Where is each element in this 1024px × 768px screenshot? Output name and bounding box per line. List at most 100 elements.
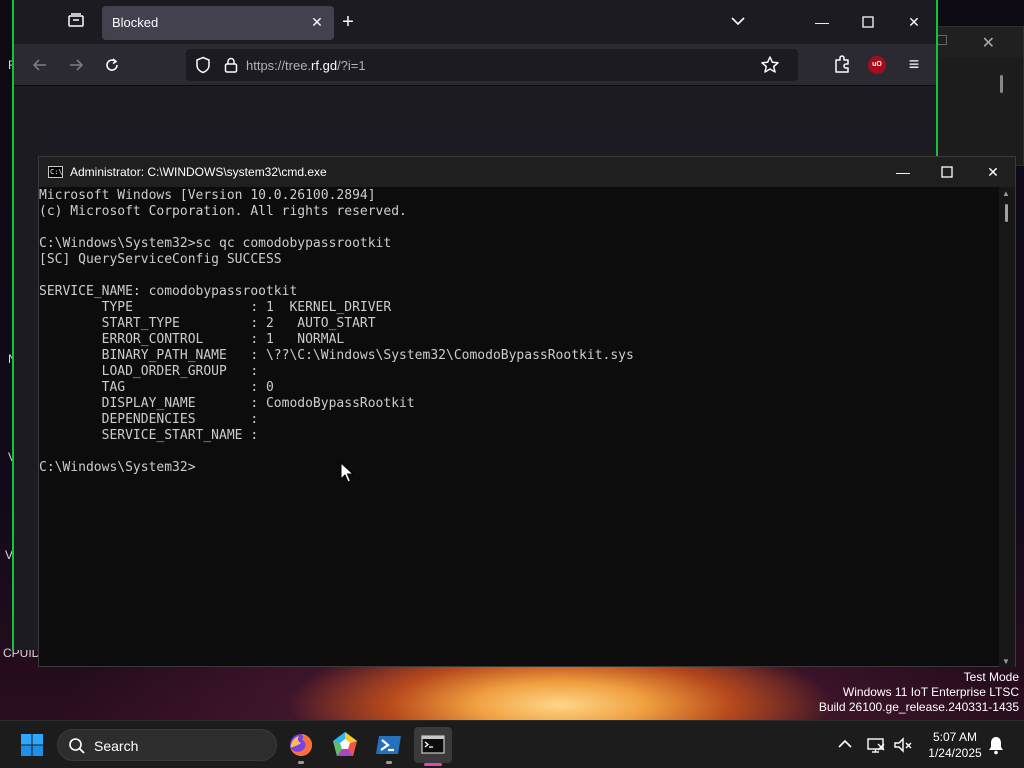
volume-muted-icon[interactable] — [893, 735, 913, 755]
taskbar-app-pentagon[interactable] — [329, 729, 361, 761]
tab-list-button[interactable] — [64, 12, 88, 32]
console-output[interactable]: Microsoft Windows [Version 10.0.26100.28… — [39, 187, 1001, 667]
app-pentagon-icon — [333, 732, 357, 756]
scrollbar-thumb[interactable] — [1000, 75, 1003, 93]
scroll-up-icon[interactable]: ▲ — [1002, 189, 1010, 198]
arrow-right-icon — [70, 59, 84, 71]
console-line: DEPENDENCIES : — [39, 412, 259, 427]
background-window[interactable]: ✕ — [930, 26, 1024, 166]
list-all-tabs-button[interactable] — [728, 12, 748, 32]
scroll-down-icon[interactable]: ▼ — [1002, 657, 1010, 666]
powershell-icon — [376, 736, 401, 754]
console-line: SERVICE_NAME: comodobypassrootkit — [39, 284, 298, 299]
minimize-button[interactable]: — — [889, 160, 917, 184]
console-line: SERVICE_START_NAME : — [39, 428, 259, 443]
console-line: TAG : 0 — [39, 380, 274, 395]
console-line: [SC] QueryServiceConfig SUCCESS — [39, 252, 282, 267]
tab-blocked[interactable]: Blocked ✕ — [102, 6, 334, 40]
url-text[interactable]: https://tree.rf.gd/?i=1 — [246, 58, 366, 73]
tab-close-button[interactable]: ✕ — [308, 13, 326, 31]
mouse-cursor-icon — [340, 462, 354, 483]
search-icon — [69, 738, 85, 754]
close-icon[interactable]: ✕ — [982, 33, 995, 53]
active-indicator — [424, 763, 442, 766]
reload-button[interactable] — [100, 53, 124, 77]
url-prefix: https://tree. — [246, 58, 312, 73]
scrollbar[interactable]: ▲ ▼ — [999, 187, 1015, 667]
scrollbar-thumb[interactable] — [1005, 204, 1008, 222]
watermark-line: Build 26100.ge_release.240331-1435 — [818, 700, 1019, 714]
back-button[interactable] — [28, 53, 52, 77]
lock-icon[interactable] — [222, 56, 240, 74]
maximize-button[interactable] — [933, 160, 961, 184]
plus-icon: + — [342, 11, 354, 33]
url-suffix: /?i=1 — [337, 58, 366, 73]
console-line: ERROR_CONTROL : 1 NORMAL — [39, 332, 345, 347]
minimize-button[interactable]: — — [810, 10, 834, 34]
test-mode-watermark: Test Mode Windows 11 IoT Enterprise LTSC… — [819, 670, 1019, 715]
shield-icon[interactable] — [194, 56, 212, 74]
background-window-titlebar[interactable]: ✕ — [931, 27, 1023, 57]
url-bar[interactable]: https://tree.rf.gd/?i=1 — [186, 49, 798, 81]
taskbar: Search 5:07 AM 1/24/2025 — [0, 720, 1024, 768]
minimize-icon: — — [896, 164, 910, 180]
close-icon: ✕ — [908, 14, 920, 30]
forward-button[interactable] — [64, 53, 88, 77]
console-line: BINARY_PATH_NAME : \??\C:\Windows\System… — [39, 348, 634, 363]
console-line: DISPLAY_NAME : ComodoBypassRootkit — [39, 396, 415, 411]
cmd-window: C:\ Administrator: C:\WINDOWS\system32\c… — [38, 156, 1016, 667]
network-icon[interactable] — [866, 735, 886, 755]
maximize-icon[interactable] — [937, 35, 947, 45]
navigation-toolbar: https://tree.rf.gd/?i=1 uO ≡ — [14, 44, 936, 86]
console-line: START_TYPE : 2 AUTO_START — [39, 316, 376, 331]
console-line: C:\Windows\System32>sc qc comodobypassro… — [39, 236, 392, 251]
taskbar-app-terminal[interactable] — [414, 727, 452, 766]
taskbar-app-powershell[interactable] — [373, 729, 405, 764]
maximize-icon — [941, 166, 953, 178]
hamburger-icon[interactable]: ≡ — [904, 54, 924, 74]
close-window-button[interactable]: ✕ — [902, 10, 926, 34]
console-line: LOAD_ORDER_GROUP : — [39, 364, 259, 379]
console-line: C:\Windows\System32> — [39, 460, 196, 475]
taskbar-search-box[interactable]: Search — [57, 729, 277, 761]
taskbar-clock[interactable]: 5:07 AM 1/24/2025 — [920, 729, 990, 761]
console-line: (c) Microsoft Corporation. All rights re… — [39, 204, 407, 219]
close-icon: ✕ — [311, 14, 323, 30]
chevron-down-icon — [731, 17, 745, 26]
running-indicator — [386, 761, 392, 764]
windows-start-icon[interactable] — [20, 733, 44, 757]
show-hidden-icons-button[interactable] — [836, 736, 854, 754]
watermark-line: Windows 11 IoT Enterprise LTSC — [842, 685, 1019, 699]
notification-bell-icon[interactable] — [987, 735, 1005, 755]
maximize-button[interactable] — [856, 10, 880, 34]
tab-title: Blocked — [112, 15, 159, 30]
console-line: Microsoft Windows [Version 10.0.26100.28… — [39, 188, 376, 203]
ublock-icon[interactable]: uO — [868, 56, 886, 74]
window-title: Administrator: C:\WINDOWS\system32\cmd.e… — [70, 165, 327, 179]
minimize-icon: — — [815, 14, 829, 30]
cmd-icon: C:\ — [48, 166, 63, 178]
arrow-left-icon — [32, 59, 46, 71]
running-indicator — [298, 761, 304, 764]
console-line: TYPE : 1 KERNEL_DRIVER — [39, 300, 392, 315]
clock-time: 5:07 AM — [932, 730, 978, 744]
url-host: rf.gd — [311, 58, 338, 73]
console-text: Microsoft Windows [Version 10.0.26100.28… — [39, 188, 634, 476]
chevron-up-icon — [838, 739, 852, 748]
close-window-button[interactable]: ✕ — [979, 160, 1007, 184]
tab-list-icon — [68, 13, 84, 27]
reload-icon — [106, 58, 118, 71]
new-tab-button[interactable]: + — [336, 10, 360, 34]
watermark-line: Test Mode — [963, 670, 1019, 684]
star-icon[interactable] — [760, 55, 780, 75]
cmd-titlebar[interactable]: C:\ Administrator: C:\WINDOWS\system32\c… — [39, 157, 1015, 187]
puzzle-icon[interactable] — [832, 54, 852, 74]
clock-date: 1/24/2025 — [928, 746, 982, 760]
tab-bar: Blocked ✕ + — ✕ — [14, 0, 936, 44]
firefox-icon — [290, 733, 313, 756]
taskbar-app-firefox[interactable] — [285, 729, 317, 764]
maximize-icon — [862, 16, 874, 28]
